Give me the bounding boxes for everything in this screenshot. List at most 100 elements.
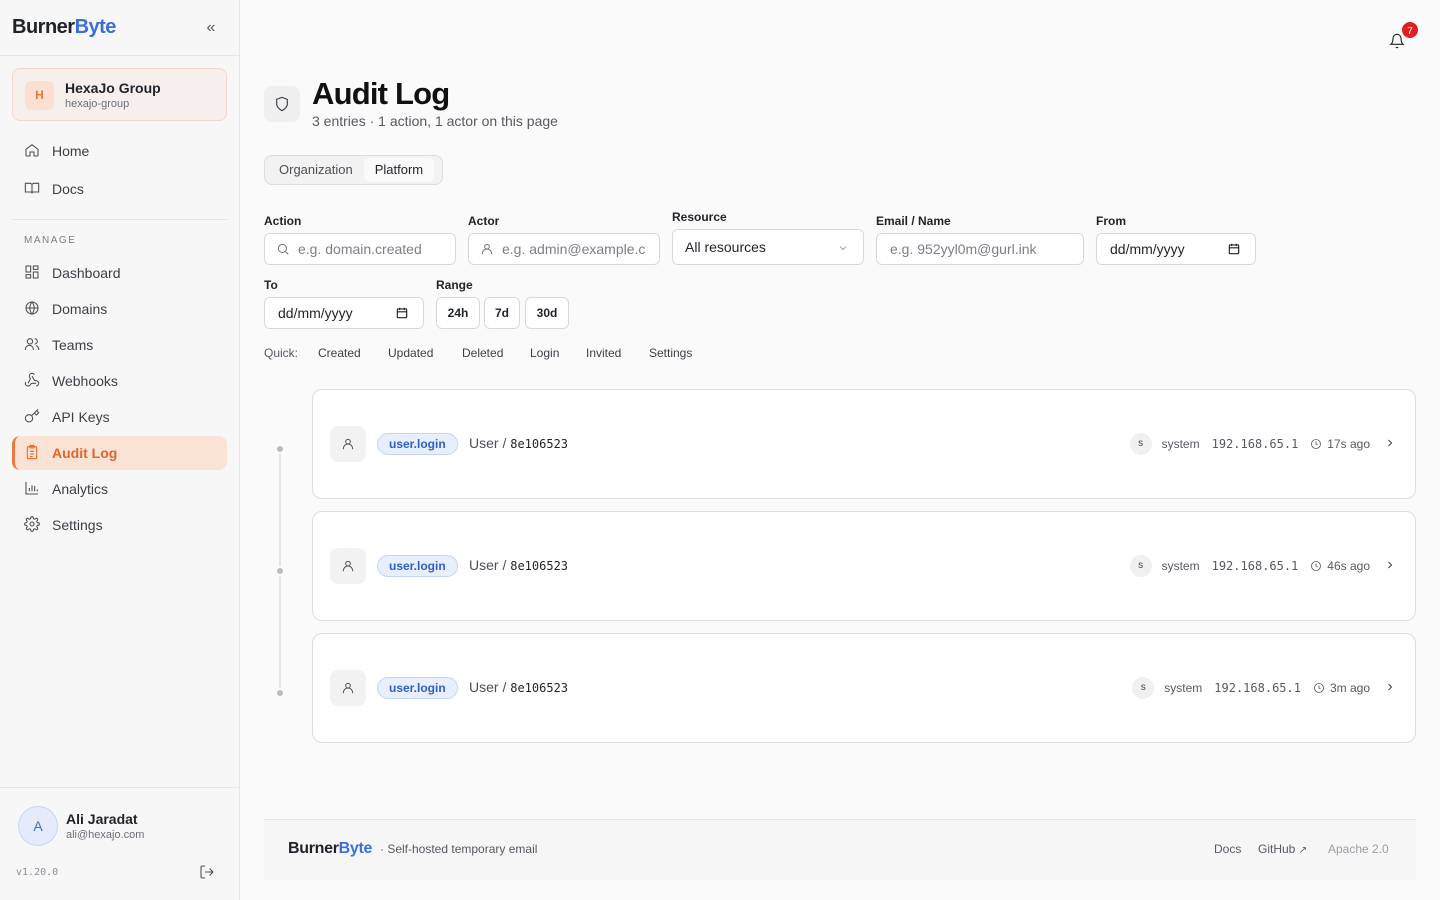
resource-filter-label: Resource bbox=[672, 210, 727, 224]
to-date-label: To bbox=[264, 278, 278, 292]
dashboard-icon bbox=[24, 264, 42, 282]
sidebar-item-label: Audit Log bbox=[52, 445, 118, 461]
sidebar-item-label: Dashboard bbox=[52, 265, 121, 281]
resource-id: 8e106523 bbox=[510, 559, 569, 573]
email-filter-input[interactable]: e.g. 952yyl0m@gurl.ink bbox=[876, 233, 1084, 265]
resource-type: User / bbox=[469, 435, 507, 451]
sidebar-item-teams[interactable]: Teams bbox=[12, 328, 227, 362]
divider bbox=[0, 787, 239, 788]
sidebar-item-label: Docs bbox=[52, 181, 84, 197]
quick-filter-created[interactable]: Created bbox=[318, 346, 361, 360]
actor-filter-label: Actor bbox=[468, 214, 500, 228]
actor-name: system bbox=[1161, 559, 1200, 573]
action-filter-label: Action bbox=[264, 214, 302, 228]
entry-meta: s system 192.168.65.1 17s ago bbox=[1129, 432, 1398, 456]
footer-github-link[interactable]: GitHub ↗ bbox=[1258, 842, 1307, 856]
email-filter-label: Email / Name bbox=[876, 214, 951, 228]
footer-license: Apache 2.0 bbox=[1328, 842, 1389, 856]
app-version: v1.20.0 bbox=[16, 867, 59, 878]
webhook-icon bbox=[24, 372, 42, 390]
resource-type: User / bbox=[469, 679, 507, 695]
user-icon bbox=[480, 242, 494, 256]
quick-filter-label: Quick: bbox=[264, 346, 299, 360]
sidebar-item-label: Settings bbox=[52, 517, 103, 533]
quick-filter-invited[interactable]: Invited bbox=[586, 346, 621, 360]
user-name: Ali Jaradat bbox=[66, 811, 138, 827]
sidebar-item-label: API Keys bbox=[52, 409, 110, 425]
range-30d-button[interactable]: 30d bbox=[525, 297, 569, 329]
sidebar-item-settings[interactable]: Settings bbox=[12, 508, 227, 542]
action-filter-input[interactable]: e.g. domain.created bbox=[264, 233, 456, 265]
to-date-input[interactable]: dd/mm/yyyy bbox=[264, 297, 424, 329]
footer-tagline: · Self-hosted temporary email bbox=[380, 842, 538, 856]
home-icon bbox=[24, 142, 42, 160]
chevron-right-icon[interactable] bbox=[1384, 681, 1398, 695]
collapse-sidebar-icon[interactable]: « bbox=[200, 18, 222, 40]
chevron-right-icon[interactable] bbox=[1384, 437, 1398, 451]
calendar-icon[interactable] bbox=[395, 306, 409, 320]
clipboard-icon bbox=[24, 444, 42, 462]
sidebar-item-home[interactable]: Home bbox=[12, 134, 227, 168]
list-item[interactable]: user.login User / 8e106523 s system 192.… bbox=[312, 633, 1416, 743]
actor-avatar: s bbox=[1129, 555, 1152, 577]
org-switcher[interactable]: H HexaJo Group hexajo-group bbox=[12, 68, 227, 121]
search-icon bbox=[276, 242, 290, 256]
quick-filter-deleted[interactable]: Deleted bbox=[462, 346, 503, 360]
tab-platform[interactable]: Platform bbox=[363, 158, 435, 182]
org-slug: hexajo-group bbox=[65, 98, 130, 110]
footer-docs-link[interactable]: Docs bbox=[1214, 842, 1241, 856]
shield-icon bbox=[264, 86, 300, 122]
sidebar-item-label: Webhooks bbox=[52, 373, 118, 389]
sidebar-item-audit-log[interactable]: Audit Log bbox=[12, 436, 227, 470]
sidebar-item-domains[interactable]: Domains bbox=[12, 292, 227, 326]
key-icon bbox=[24, 408, 42, 426]
sidebar-item-api-keys[interactable]: API Keys bbox=[12, 400, 227, 434]
actor-filter-input[interactable]: e.g. admin@example.c bbox=[468, 233, 660, 265]
timestamp: 3m ago bbox=[1329, 681, 1370, 695]
sidebar-item-docs[interactable]: Docs bbox=[12, 172, 227, 206]
range-7d-button[interactable]: 7d bbox=[484, 297, 520, 329]
quick-filter-settings[interactable]: Settings bbox=[649, 346, 692, 360]
tab-organization[interactable]: Organization bbox=[268, 158, 364, 182]
sidebar-item-webhooks[interactable]: Webhooks bbox=[12, 364, 227, 398]
list-item[interactable]: user.login User / 8e106523 s system 192.… bbox=[312, 511, 1416, 621]
quick-filter-updated[interactable]: Updated bbox=[388, 346, 433, 360]
actor-name: system bbox=[1164, 681, 1203, 695]
resource-ref: User / 8e106523 bbox=[469, 435, 568, 451]
resource-ref: User / 8e106523 bbox=[469, 557, 568, 573]
user-email: ali@hexajo.com bbox=[66, 829, 145, 841]
resource-select[interactable]: All resources bbox=[672, 229, 864, 265]
page-title: Audit Log bbox=[312, 76, 450, 111]
range-24h-button[interactable]: 24h bbox=[436, 297, 480, 329]
action-badge: user.login bbox=[377, 433, 458, 455]
sidebar-item-label: Teams bbox=[52, 337, 94, 353]
section-label: MANAGE bbox=[24, 235, 77, 246]
chevron-down-icon bbox=[837, 241, 849, 253]
chevron-right-icon[interactable] bbox=[1384, 559, 1398, 573]
entry-meta: s system 192.168.65.1 46s ago bbox=[1129, 554, 1398, 578]
action-filter-placeholder: e.g. domain.created bbox=[298, 241, 422, 257]
quick-filter-login[interactable]: Login bbox=[530, 346, 559, 360]
github-link-label: GitHub bbox=[1258, 842, 1296, 856]
sidebar-item-dashboard[interactable]: Dashboard bbox=[12, 256, 227, 290]
list-item[interactable]: user.login User / 8e106523 s system 192.… bbox=[312, 389, 1416, 499]
book-icon bbox=[24, 180, 42, 198]
divider bbox=[0, 55, 239, 56]
resource-type: User / bbox=[469, 557, 507, 573]
resource-id: 8e106523 bbox=[510, 681, 569, 695]
divider bbox=[12, 219, 227, 220]
logout-icon[interactable] bbox=[199, 864, 217, 882]
footer-brand[interactable]: BurnerByte bbox=[288, 840, 372, 858]
timestamp: 17s ago bbox=[1327, 437, 1370, 451]
org-name: HexaJo Group bbox=[65, 80, 161, 96]
resource-ref: User / 8e106523 bbox=[469, 679, 568, 695]
brand-logo[interactable]: BurnerByte bbox=[12, 16, 116, 39]
timeline-dot bbox=[275, 566, 285, 576]
from-date-input[interactable]: dd/mm/yyyy bbox=[1096, 233, 1256, 265]
brand-part2: Byte bbox=[74, 16, 117, 38]
sidebar-item-analytics[interactable]: Analytics bbox=[12, 472, 227, 506]
calendar-icon[interactable] bbox=[1227, 242, 1241, 256]
ip-address: 192.168.65.1 bbox=[1214, 681, 1301, 695]
avatar[interactable]: A bbox=[18, 806, 58, 846]
ip-address: 192.168.65.1 bbox=[1211, 437, 1299, 451]
